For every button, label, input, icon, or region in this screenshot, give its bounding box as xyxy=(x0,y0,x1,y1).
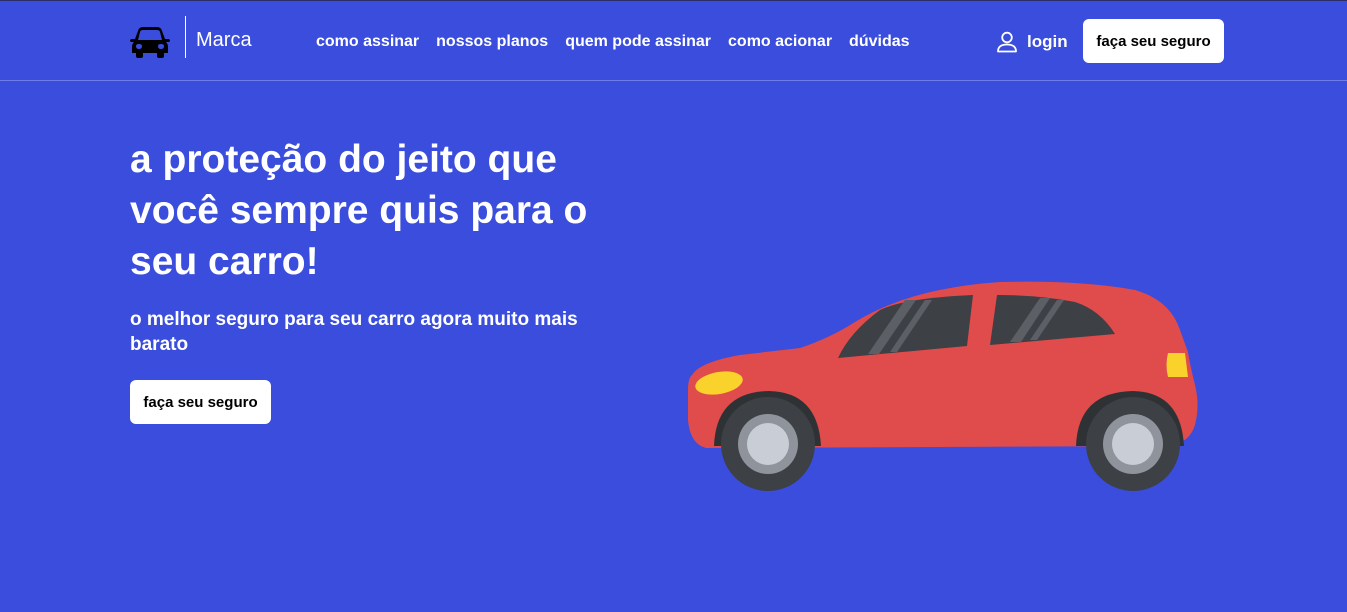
hero-subtitle: o melhor seguro para seu carro agora mui… xyxy=(130,309,578,355)
nav-link-nossos-planos[interactable]: nossos planos xyxy=(436,33,548,51)
top-navbar: Marca como assinar nossos planos quem po… xyxy=(0,1,1347,81)
main-nav: como assinar nossos planos quem pode ass… xyxy=(316,33,910,51)
car-taillight xyxy=(1166,353,1188,377)
car-rear-wheel xyxy=(721,397,815,491)
user-icon xyxy=(997,31,1017,53)
nav-link-como-acionar[interactable]: como acionar xyxy=(728,33,832,51)
car-icon[interactable] xyxy=(130,25,170,59)
hero-cta-button[interactable]: faça seu seguro xyxy=(130,380,271,424)
login-link[interactable]: login xyxy=(996,31,1068,53)
header-cta-button[interactable]: faça seu seguro xyxy=(1083,19,1224,63)
login-label: login xyxy=(1027,32,1068,51)
red-car-illustration xyxy=(688,281,1198,491)
hero-title: a proteção do jeito que você sempre quis… xyxy=(130,138,588,283)
nav-link-quem-pode-assinar[interactable]: quem pode assinar xyxy=(565,33,711,51)
nav-link-como-assinar[interactable]: como assinar xyxy=(316,33,419,51)
nav-link-duvidas[interactable]: dúvidas xyxy=(849,33,909,51)
brand-name[interactable]: Marca xyxy=(196,29,252,52)
brand-divider xyxy=(185,16,186,58)
car-front-wheel xyxy=(1086,397,1180,491)
